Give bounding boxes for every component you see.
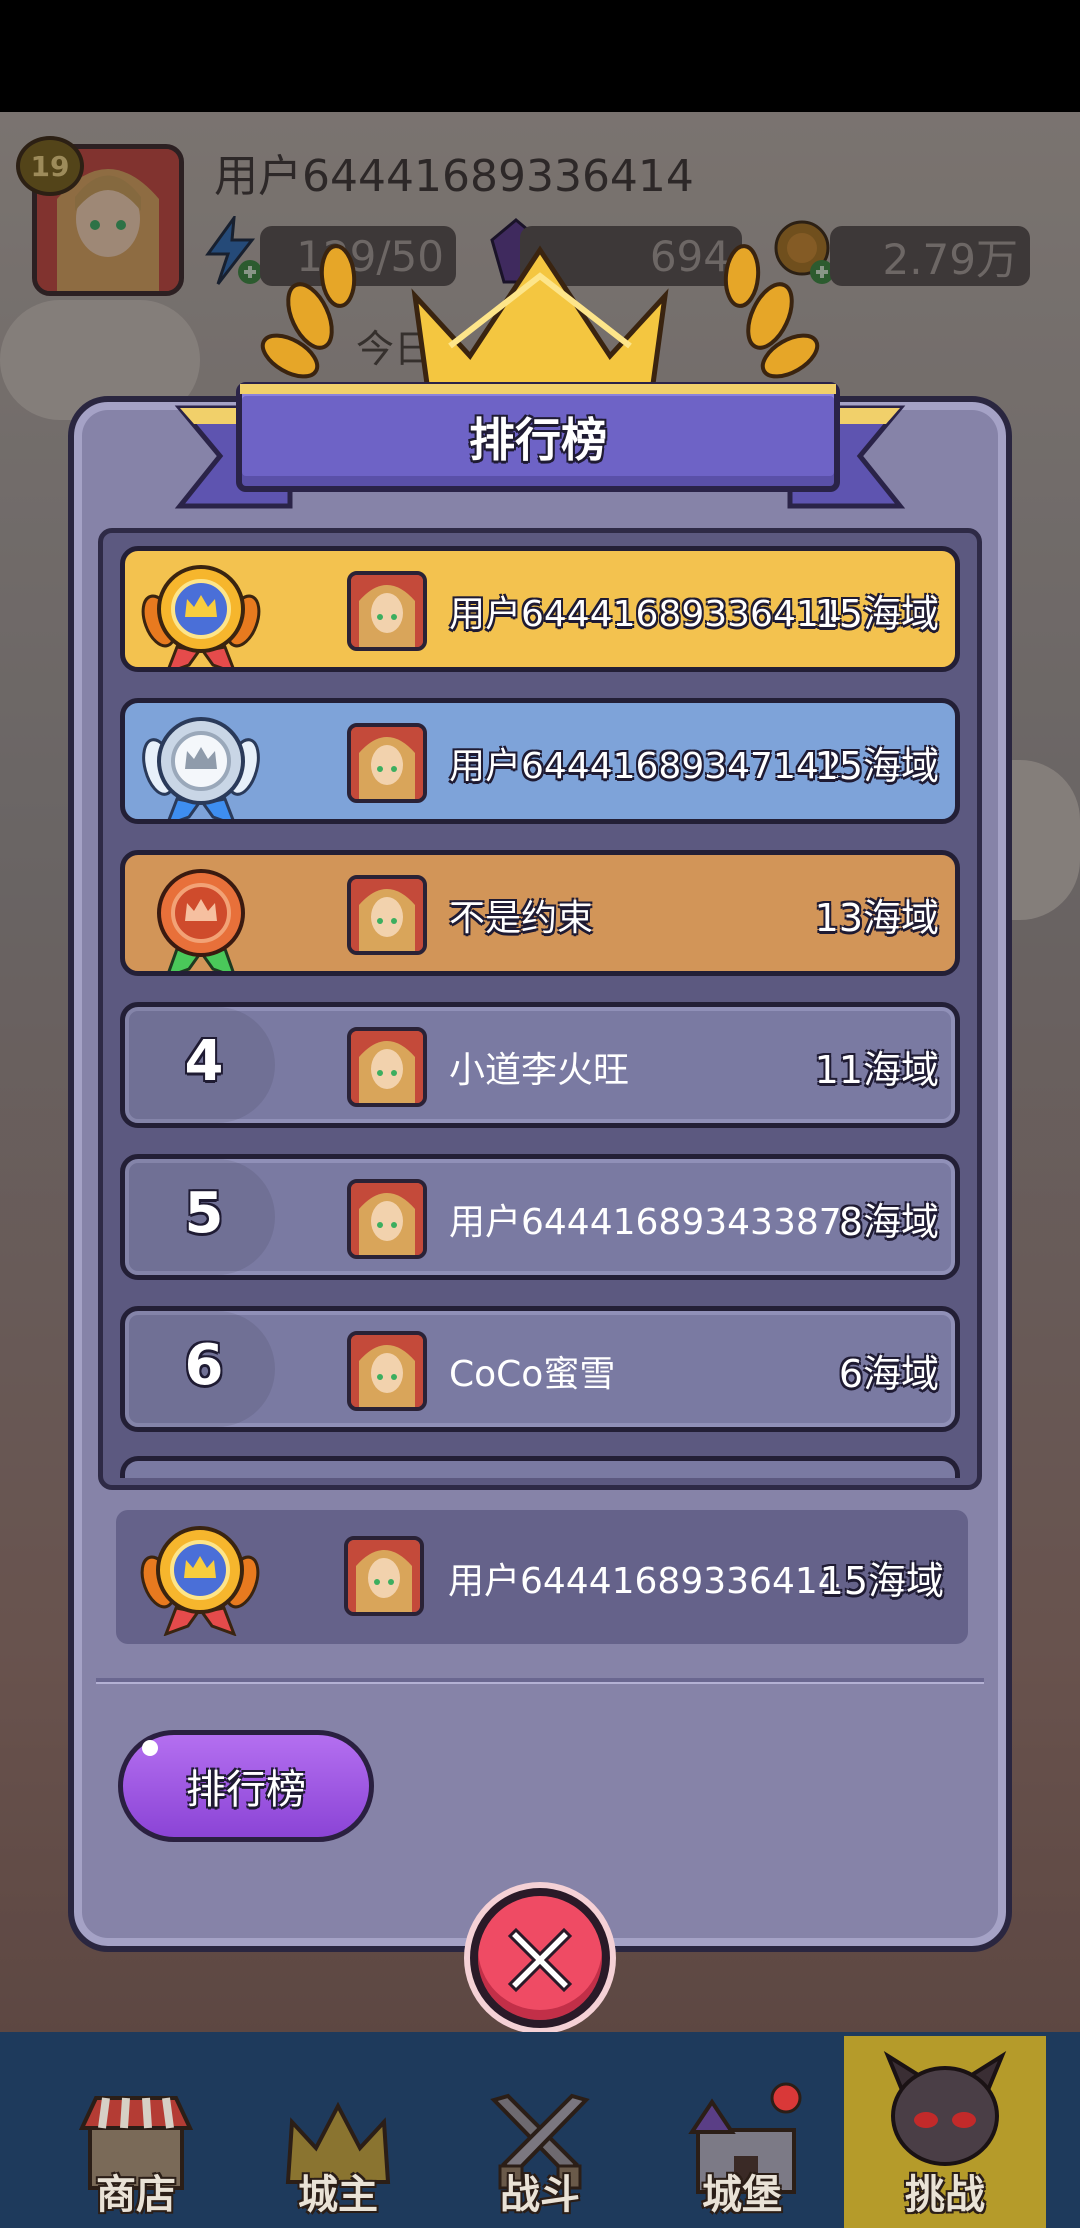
player-avatar <box>347 1027 427 1107</box>
player-name: 用户64441689336414 <box>449 594 842 635</box>
player-name: 用户64441689343387 <box>449 1202 842 1243</box>
player-name: 不是约束 <box>449 898 594 939</box>
nav-challenge[interactable]: 挑战 <box>844 2036 1046 2228</box>
player-name: 小道李火旺 <box>449 1050 630 1091</box>
nav-castle-label: 城堡 <box>702 2172 782 2218</box>
player-name: 用户64441689347142 <box>449 746 842 787</box>
nav-lord-label: 城主 <box>298 2172 378 2218</box>
nav-shop[interactable]: 商店 <box>46 2040 226 2228</box>
silver-medal-icon <box>142 717 260 819</box>
crown-decoration <box>260 244 820 406</box>
leaderboard-row-partial[interactable] <box>120 1456 960 1478</box>
player-score: 8海域 <box>838 1200 939 1244</box>
player-score: 11海域 <box>814 1048 939 1092</box>
close-button[interactable] <box>470 1888 610 2028</box>
player-avatar <box>347 875 427 955</box>
player-score: 6海域 <box>838 1352 939 1396</box>
gold-medal-icon <box>140 1526 260 1636</box>
player-score: 15海域 <box>814 744 939 788</box>
nav-battle[interactable]: 战斗 <box>450 2040 630 2228</box>
my-rank-row: 用户64441689336414 15海域 <box>116 1510 968 1644</box>
player-score: 13海域 <box>814 896 939 940</box>
player-score: 15海域 <box>814 592 939 636</box>
rank-number: 5 <box>184 1181 224 1246</box>
my-score: 15海域 <box>819 1559 944 1603</box>
gold-medal-icon <box>141 565 261 667</box>
rank-number: 6 <box>184 1333 224 1398</box>
player-name: CoCo蜜雪 <box>449 1354 616 1395</box>
nav-shop-label: 商店 <box>96 2172 176 2218</box>
leaderboard-row[interactable]: 6 CoCo蜜雪 6海域 <box>120 1306 960 1432</box>
divider <box>96 1678 984 1684</box>
player-avatar <box>347 1331 427 1411</box>
player-avatar <box>347 1179 427 1259</box>
button-highlight <box>142 1740 158 1756</box>
status-bar <box>0 0 1080 112</box>
nav-battle-label: 战斗 <box>500 2172 580 2218</box>
nav-lord[interactable]: 城主 <box>248 2040 428 2228</box>
leaderboard-title: 排行榜 <box>236 382 840 492</box>
banner-trim <box>240 384 836 394</box>
leaderboard-row[interactable]: 4 小道李火旺 11海域 <box>120 1002 960 1128</box>
leaderboard-row[interactable]: 5 用户64441689343387 8海域 <box>120 1154 960 1280</box>
nav-castle[interactable]: 城堡 <box>652 2040 832 2228</box>
demon-icon <box>883 2051 1007 2166</box>
nav-challenge-label: 挑战 <box>905 2172 985 2218</box>
leaderboard-row[interactable]: 用户64441689336414 15海域 <box>120 546 960 672</box>
player-avatar <box>347 571 427 651</box>
rank-number: 4 <box>184 1029 224 1094</box>
my-name: 用户64441689336414 <box>448 1561 841 1602</box>
close-icon <box>507 1927 573 1993</box>
player-avatar <box>344 1536 424 1616</box>
bronze-medal-icon <box>157 869 245 971</box>
player-avatar <box>347 723 427 803</box>
leaderboard-row[interactable]: 不是约束 13海域 <box>120 850 960 976</box>
leaderboard-row[interactable]: 用户64441689347142 15海域 <box>120 698 960 824</box>
